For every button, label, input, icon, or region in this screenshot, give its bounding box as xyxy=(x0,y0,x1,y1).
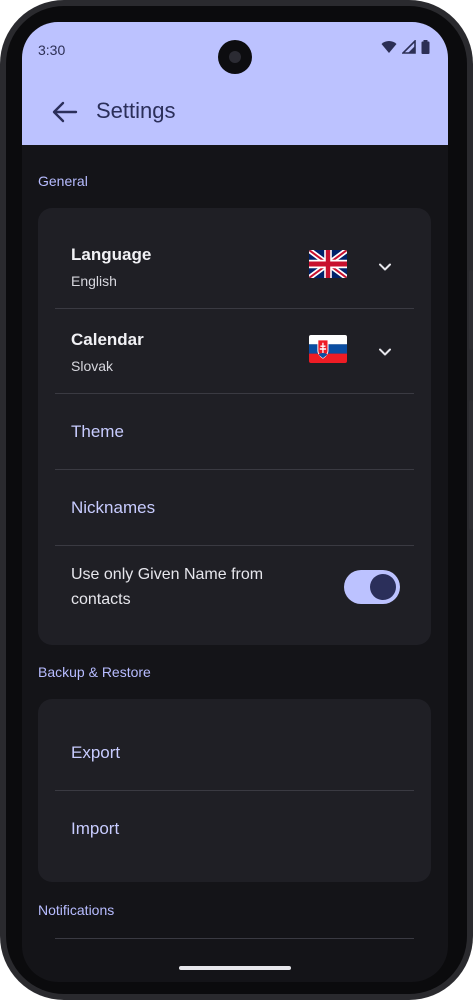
slovakia-flag-icon xyxy=(309,335,347,363)
toggle-knob xyxy=(370,574,396,600)
export-label: Export xyxy=(71,743,121,762)
language-setting[interactable]: Language English xyxy=(55,208,414,308)
section-backup-label: Backup & Restore xyxy=(38,664,151,680)
signal-icon xyxy=(402,40,416,54)
screen: 3:30 Settings General Language English C… xyxy=(22,22,448,982)
general-card: Language English Calendar Slovak Theme N… xyxy=(38,208,431,645)
home-indicator[interactable] xyxy=(179,966,291,970)
calendar-setting[interactable]: Calendar Slovak xyxy=(55,309,414,393)
volume-button xyxy=(469,270,473,350)
section-general-label: General xyxy=(38,173,88,189)
import-label: Import xyxy=(71,819,120,838)
language-value: English xyxy=(71,273,117,289)
theme-label: Theme xyxy=(71,422,124,441)
uk-flag-icon xyxy=(309,250,347,278)
status-icons xyxy=(381,40,430,54)
given-name-label: Use only Given Name from contacts xyxy=(71,566,264,608)
calendar-value: Slovak xyxy=(71,358,114,374)
given-name-toggle[interactable] xyxy=(344,570,400,604)
chevron-down-icon[interactable] xyxy=(377,259,393,275)
language-title: Language xyxy=(71,245,152,264)
top-app-bar: 3:30 Settings xyxy=(22,22,448,145)
page-title: Settings xyxy=(96,98,176,123)
theme-setting[interactable]: Theme xyxy=(55,394,414,469)
back-arrow-icon[interactable] xyxy=(50,100,78,124)
nicknames-label: Nicknames xyxy=(71,498,156,517)
power-button xyxy=(469,400,473,530)
wifi-icon xyxy=(381,41,397,53)
phone-frame: 3:30 Settings General Language English C… xyxy=(0,0,473,1000)
front-camera xyxy=(218,40,252,74)
section-notifications-label: Notifications xyxy=(38,902,115,918)
status-time: 3:30 xyxy=(38,42,66,58)
import-setting[interactable]: Import xyxy=(55,791,414,882)
given-name-setting[interactable]: Use only Given Name from contacts xyxy=(55,546,414,645)
calendar-title: Calendar xyxy=(71,330,144,349)
backup-card: Export Import xyxy=(38,699,431,882)
chevron-down-icon[interactable] xyxy=(377,344,393,360)
nicknames-setting[interactable]: Nicknames xyxy=(55,470,414,545)
export-setting[interactable]: Export xyxy=(55,699,414,790)
battery-icon xyxy=(421,40,430,54)
divider xyxy=(55,938,414,939)
